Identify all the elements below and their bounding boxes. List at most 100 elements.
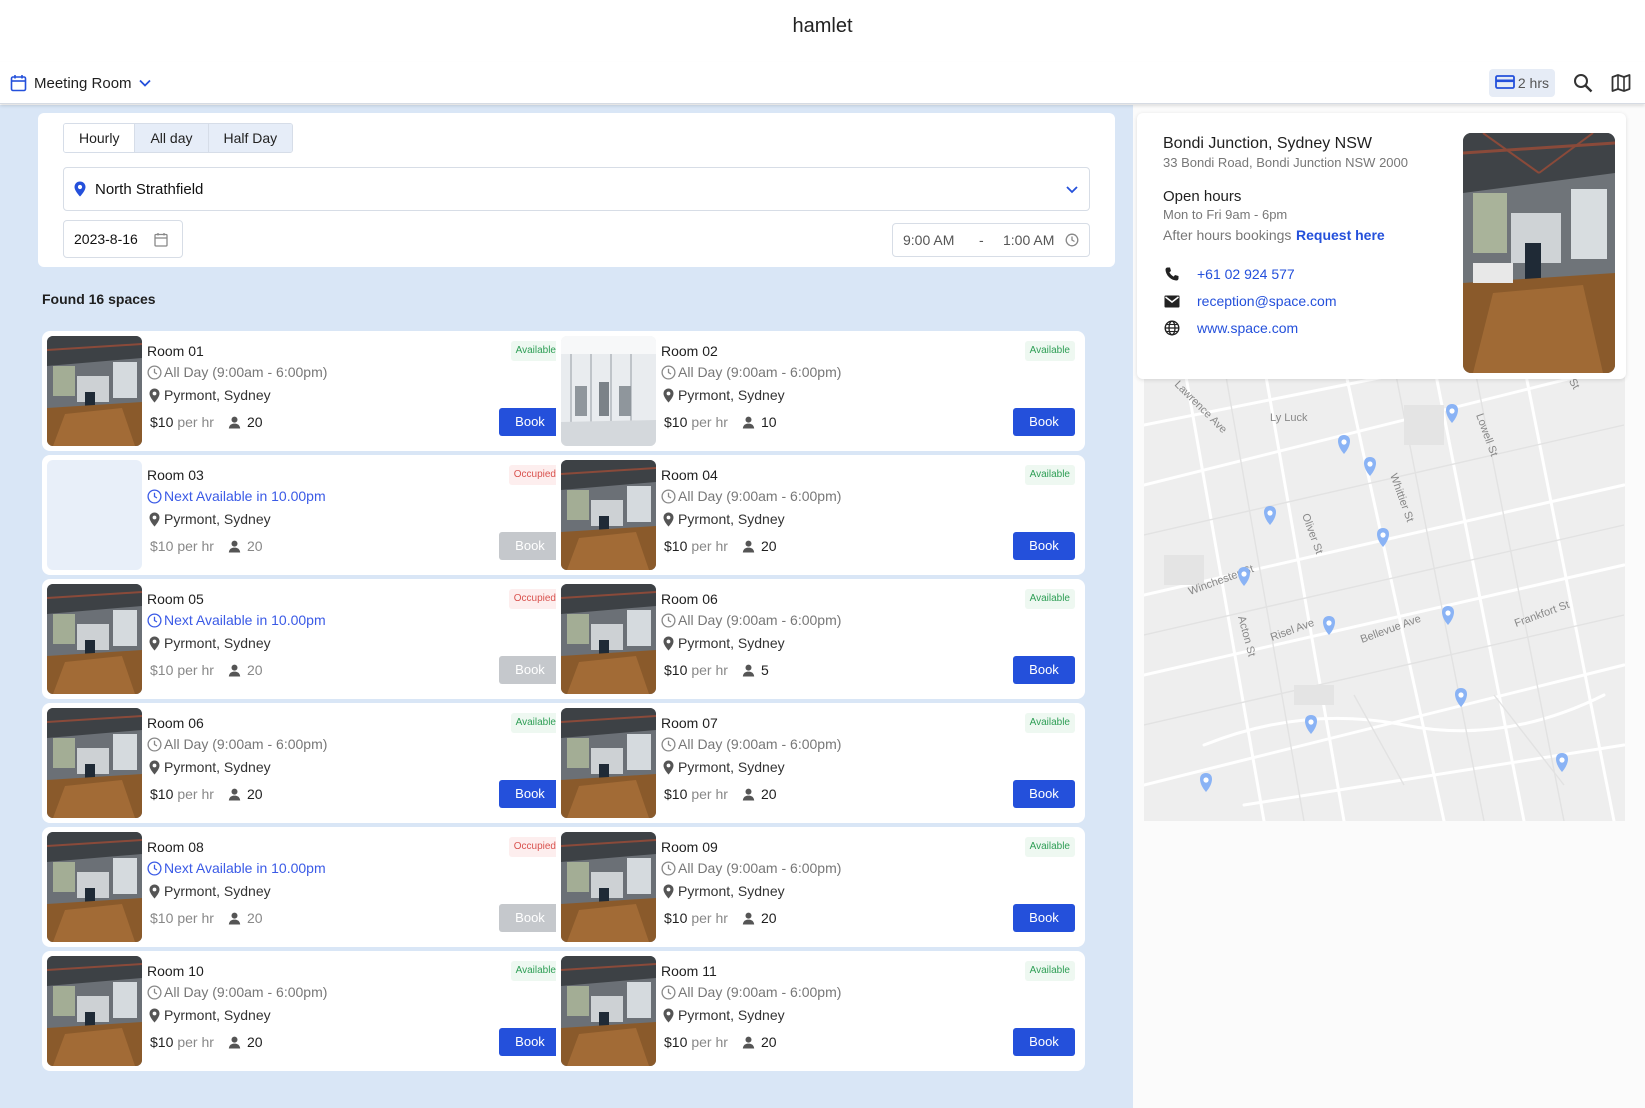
price-unit: per hr: [177, 910, 214, 926]
capacity-value: 20: [246, 662, 263, 678]
book-button[interactable]: Book: [499, 408, 561, 436]
price-unit: per hr: [177, 538, 214, 554]
space-type-dropdown[interactable]: Meeting Room: [10, 70, 151, 96]
book-button[interactable]: Book: [499, 1028, 561, 1056]
room-location: Pyrmont, Sydney: [663, 758, 785, 776]
search-icon[interactable]: [1569, 69, 1597, 97]
person-icon: [228, 912, 241, 925]
room-card[interactable]: Room 01 Available All Day (9:00am - 6:00pm…: [42, 331, 571, 451]
location-text: Pyrmont, Sydney: [678, 387, 785, 403]
book-button[interactable]: Book: [1013, 408, 1075, 436]
room-price-row: $10 per hr 20: [664, 536, 777, 556]
room-card[interactable]: Room 11 Available All Day (9:00am - 6:00pm…: [556, 951, 1085, 1071]
price-value: $10: [664, 786, 688, 802]
room-price-row: $10 per hr 20: [150, 1032, 263, 1052]
room-card[interactable]: Room 06 Available All Day (9:00am - 6:00pm…: [556, 579, 1085, 699]
room-name: Room 10: [147, 963, 204, 979]
availability-text: All Day (9:00am - 6:00pm): [164, 364, 328, 380]
person-icon: [228, 540, 241, 553]
clock-icon: [661, 984, 676, 1000]
room-card[interactable]: Room 09 Available All Day (9:00am - 6:00pm…: [556, 827, 1085, 947]
location-text: Pyrmont, Sydney: [678, 511, 785, 527]
room-card[interactable]: Room 03 Occupied Next Available in 10.00pm…: [42, 455, 571, 575]
space-type-label: Meeting Room: [34, 74, 132, 92]
room-availability: All Day (9:00am - 6:00pm): [661, 983, 841, 1001]
room-availability: All Day (9:00am - 6:00pm): [661, 363, 841, 381]
clock-icon: [147, 488, 162, 504]
book-button: Book: [499, 656, 561, 684]
room-availability: All Day (9:00am - 6:00pm): [147, 735, 327, 753]
room-card[interactable]: Room 07 Available All Day (9:00am - 6:00pm…: [556, 703, 1085, 823]
mode-all-day[interactable]: All day: [135, 124, 209, 152]
date-picker[interactable]: 2023-8-16: [63, 220, 183, 258]
availability-text: All Day (9:00am - 6:00pm): [678, 488, 842, 504]
book-button[interactable]: Book: [1013, 1028, 1075, 1056]
room-card[interactable]: Room 04 Available All Day (9:00am - 6:00pm…: [556, 455, 1085, 575]
request-here-link[interactable]: Request here: [1296, 227, 1385, 243]
price-value: $10: [150, 1034, 174, 1050]
room-card[interactable]: Room 10 Available All Day (9:00am - 6:00pm…: [42, 951, 571, 1071]
person-icon: [228, 416, 241, 429]
availability-text: Next Available in 10.00pm: [164, 860, 326, 876]
price-unit: per hr: [691, 662, 728, 678]
room-card[interactable]: Room 05 Occupied Next Available in 10.00pm…: [42, 579, 571, 699]
availability-text: All Day (9:00am - 6:00pm): [678, 860, 842, 876]
phone-link[interactable]: +61 02 924 577: [1197, 266, 1295, 282]
person-icon: [228, 788, 241, 801]
email-link[interactable]: reception@space.com: [1197, 293, 1337, 309]
book-button[interactable]: Book: [1013, 656, 1075, 684]
venue-map[interactable]: Lawrence Ave Ly Luck Lowell St Whittier …: [1144, 365, 1625, 821]
person-icon: [742, 1036, 755, 1049]
price-value: $10: [150, 910, 174, 926]
venue-photo: [1463, 133, 1615, 373]
room-location: Pyrmont, Sydney: [663, 386, 785, 404]
location-pin-icon: [149, 760, 160, 775]
room-photo: [561, 336, 656, 446]
room-price-row: $10 per hr 20: [150, 412, 263, 432]
clock-icon: [661, 736, 676, 752]
room-availability: All Day (9:00am - 6:00pm): [661, 611, 841, 629]
clock-icon: [661, 488, 676, 504]
time-range-picker[interactable]: 9:00 AM - 1:00 AM: [892, 223, 1090, 257]
map-pin-dot: [1241, 571, 1247, 577]
location-value: North Strathfield: [95, 180, 204, 198]
location-text: Pyrmont, Sydney: [164, 883, 271, 899]
location-pin-icon: [663, 388, 674, 403]
website-link[interactable]: www.space.com: [1197, 320, 1298, 336]
chevron-down-icon: [1065, 180, 1079, 202]
availability-text: All Day (9:00am - 6:00pm): [678, 736, 842, 752]
date-value: 2023-8-16: [74, 231, 138, 247]
book-button[interactable]: Book: [1013, 904, 1075, 932]
status-badge: Available: [510, 341, 561, 361]
duration-chip[interactable]: 2 hrs: [1488, 69, 1555, 97]
room-card[interactable]: Room 06 Available All Day (9:00am - 6:00pm…: [42, 703, 571, 823]
price-value: $10: [150, 538, 174, 554]
room-card[interactable]: Room 02 Available All Day (9:00am - 6:00pm…: [556, 331, 1085, 451]
map-pin-dot: [1445, 610, 1451, 616]
price-unit: per hr: [691, 414, 728, 430]
location-text: Pyrmont, Sydney: [678, 1007, 785, 1023]
room-photo: [47, 832, 142, 942]
mode-hourly[interactable]: Hourly: [64, 124, 136, 152]
calendar-icon: [10, 74, 27, 92]
mode-half-day[interactable]: Half Day: [208, 124, 293, 152]
room-location: Pyrmont, Sydney: [663, 510, 785, 528]
phone-icon: [1163, 266, 1181, 282]
location-pin-icon: [149, 884, 160, 899]
room-card[interactable]: Room 08 Occupied Next Available in 10.00pm…: [42, 827, 571, 947]
location-text: Pyrmont, Sydney: [164, 511, 271, 527]
book-button[interactable]: Book: [1013, 532, 1075, 560]
room-photo: [561, 956, 656, 1066]
clock-icon: [147, 612, 162, 628]
status-badge: Available: [1024, 589, 1075, 609]
availability-text: Next Available in 10.00pm: [164, 612, 326, 628]
venue-pane: Lawrence Ave Ly Luck Lowell St Whittier …: [1133, 105, 1645, 1108]
location-select[interactable]: North Strathfield: [63, 167, 1090, 211]
room-photo-placeholder: [47, 460, 142, 570]
book-button[interactable]: Book: [1013, 780, 1075, 808]
room-location: Pyrmont, Sydney: [149, 386, 271, 404]
map-icon[interactable]: [1607, 69, 1635, 97]
book-button[interactable]: Book: [499, 780, 561, 808]
availability-text: Next Available in 10.00pm: [164, 488, 326, 504]
app-title: hamlet: [792, 15, 853, 37]
